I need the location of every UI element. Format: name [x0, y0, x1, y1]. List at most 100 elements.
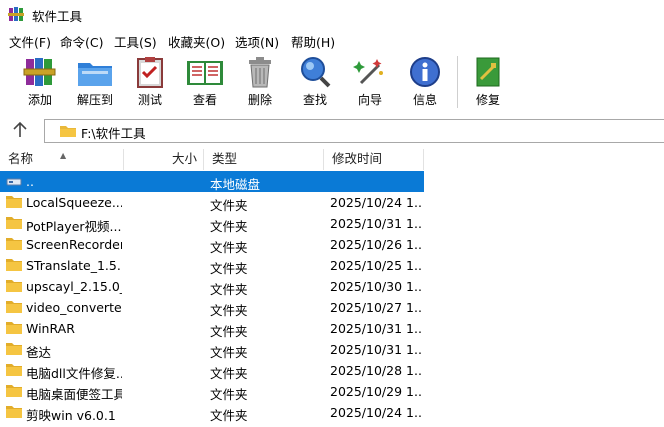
info-label: 信息 — [412, 93, 437, 107]
table-row[interactable]: video_converte... 文件夹 2025/10/27 1... — [0, 297, 424, 318]
folder-icon — [6, 364, 22, 376]
delete-button[interactable]: 删除 — [232, 54, 288, 112]
address-bar: F:\软件工具 — [0, 117, 664, 143]
find-button[interactable]: 查找 — [287, 54, 343, 112]
file-modified: 2025/10/28 1... — [330, 363, 422, 378]
extract-to-label: 解压到 — [76, 93, 113, 107]
file-type: 文件夹 — [210, 219, 248, 234]
folder-icon — [6, 406, 22, 418]
file-type: 本地磁盘 — [210, 177, 261, 192]
file-type: 文件夹 — [210, 345, 248, 360]
parent-dir-row[interactable]: .. 本地磁盘 — [0, 171, 424, 192]
table-row[interactable]: ScreenRecorder 文件夹 2025/10/26 1... — [0, 234, 424, 255]
folder-icon — [6, 217, 22, 229]
folder-icon — [6, 196, 22, 208]
table-row[interactable]: 电脑dll文件修复... 文件夹 2025/10/28 1... — [0, 360, 424, 381]
extract-to-button[interactable]: 解压到 — [67, 54, 123, 112]
file-modified: 2025/10/24 1... — [330, 405, 422, 420]
table-row[interactable]: 剪映win v6.0.1 文件夹 2025/10/24 1... — [0, 402, 424, 423]
folder-icon — [6, 280, 22, 292]
repair-label: 修复 — [475, 93, 500, 107]
file-name: 爸达 — [26, 345, 52, 360]
header-name-label: 名称 — [8, 151, 34, 166]
table-row[interactable]: PotPlayer视频... 文件夹 2025/10/31 1... — [0, 213, 424, 234]
file-type: 文件夹 — [210, 324, 248, 339]
header-name[interactable]: ▲ 名称 — [0, 149, 124, 170]
file-modified: 2025/10/31 1... — [330, 216, 422, 231]
file-modified: 2025/10/29 1... — [330, 384, 422, 399]
find-label: 查找 — [302, 93, 327, 107]
file-type: 文件夹 — [210, 261, 248, 276]
header-size-label: 大小 — [171, 151, 197, 166]
file-type: 文件夹 — [210, 387, 248, 402]
file-type: 文件夹 — [210, 240, 248, 255]
file-name: 电脑dll文件修复... — [26, 366, 122, 381]
folder-icon — [6, 238, 22, 250]
add-label: 添加 — [27, 93, 52, 107]
view-button[interactable]: 查看 — [177, 54, 233, 112]
file-name: LocalSqueeze... — [26, 195, 122, 210]
file-name: .. — [26, 174, 34, 189]
toolbar-separator — [457, 56, 458, 108]
header-type-label: 类型 — [212, 151, 238, 166]
menu-file[interactable]: 文件(F) — [9, 32, 51, 51]
table-row[interactable]: 爸达 文件夹 2025/10/31 1... — [0, 339, 424, 360]
arrow-up-icon[interactable] — [10, 121, 30, 139]
window-title: 软件工具 — [32, 9, 83, 24]
header-modified[interactable]: 修改时间 — [324, 149, 424, 170]
table-row[interactable]: STranslate_1.5.... 文件夹 2025/10/25 1... — [0, 255, 424, 276]
file-type: 文件夹 — [210, 282, 248, 297]
repair-icon — [476, 57, 500, 87]
file-modified: 2025/10/24 1... — [330, 195, 422, 210]
repair-button[interactable]: 修复 — [460, 54, 516, 112]
file-name: 剪映win v6.0.1 — [26, 408, 116, 423]
file-type: 文件夹 — [210, 303, 248, 318]
file-modified: 2025/10/31 1... — [330, 321, 422, 336]
menu-commands[interactable]: 命令(C) — [60, 32, 103, 51]
trash-icon — [249, 57, 271, 88]
table-row[interactable]: upscayl_2.15.0_... 文件夹 2025/10/30 1... — [0, 276, 424, 297]
file-name: 电脑桌面便签工具 — [26, 387, 122, 402]
file-modified: 2025/10/25 1... — [330, 258, 422, 273]
header-modified-label: 修改时间 — [332, 151, 383, 166]
title-bar: 软件工具 — [0, 0, 664, 28]
add-archive-icon — [23, 58, 56, 86]
folder-icon — [6, 322, 22, 334]
file-name: WinRAR — [26, 321, 75, 336]
folder-icon — [6, 385, 22, 397]
table-row[interactable]: WinRAR 文件夹 2025/10/31 1... — [0, 318, 424, 339]
path-field[interactable]: F:\软件工具 — [44, 119, 664, 143]
view-book-icon — [187, 61, 223, 85]
header-type[interactable]: 类型 — [204, 149, 324, 170]
file-type: 文件夹 — [210, 198, 248, 213]
column-headers: ▲ 名称 大小 类型 修改时间 — [0, 149, 664, 171]
info-icon — [410, 57, 440, 87]
test-clipboard-icon — [137, 57, 163, 88]
add-button[interactable]: 添加 — [12, 54, 68, 112]
folder-icon — [6, 301, 22, 313]
wizard-button[interactable]: 向导 — [342, 54, 398, 112]
wizard-wand-icon — [353, 59, 383, 85]
file-name: ScreenRecorder — [26, 237, 122, 252]
winrar-books-icon — [8, 7, 24, 21]
table-row[interactable]: LocalSqueeze... 文件夹 2025/10/24 1... — [0, 192, 424, 213]
delete-label: 删除 — [247, 93, 272, 107]
test-label: 测试 — [137, 93, 162, 107]
magnifier-icon — [301, 57, 331, 88]
file-name: STranslate_1.5.... — [26, 258, 122, 273]
file-type: 文件夹 — [210, 366, 248, 381]
info-button[interactable]: 信息 — [397, 54, 453, 112]
file-name: video_converte... — [26, 300, 122, 315]
menu-favorites[interactable]: 收藏夹(O) — [168, 32, 225, 51]
menu-tools[interactable]: 工具(S) — [114, 32, 157, 51]
menu-help[interactable]: 帮助(H) — [291, 32, 335, 51]
header-size[interactable]: 大小 — [124, 149, 204, 170]
toolbar: 添加 解压到 测试 查看 删除 查找 向导 信息 修复 — [0, 52, 664, 114]
test-button[interactable]: 测试 — [122, 54, 178, 112]
file-type: 文件夹 — [210, 408, 248, 423]
path-text: F:\软件工具 — [81, 126, 146, 141]
table-row[interactable]: 电脑桌面便签工具 文件夹 2025/10/29 1... — [0, 381, 424, 402]
file-modified: 2025/10/30 1... — [330, 279, 422, 294]
extract-folder-icon — [78, 63, 112, 86]
menu-options[interactable]: 选项(N) — [235, 32, 279, 51]
